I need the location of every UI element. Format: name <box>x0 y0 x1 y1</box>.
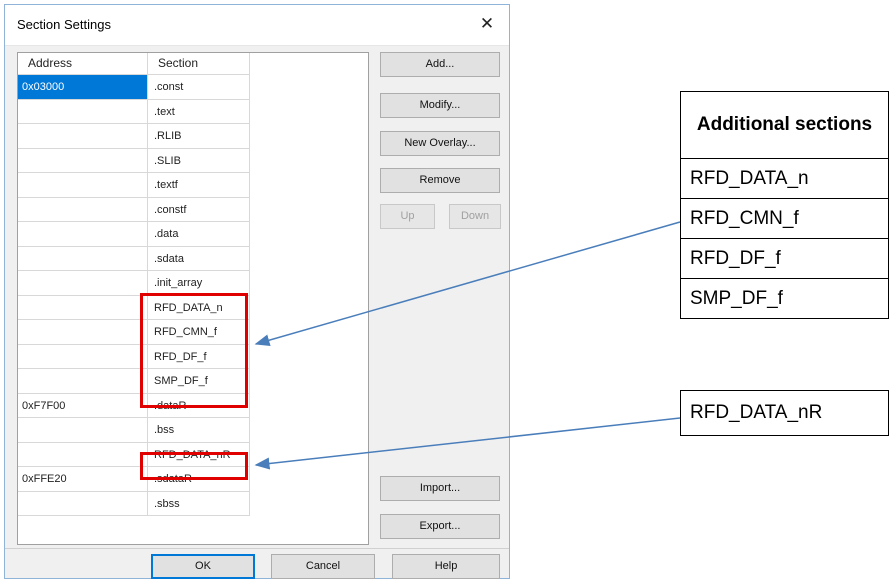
additional-sections-table: Additional sections RFD_DATA_n RFD_CMN_f… <box>680 91 889 319</box>
additional-section-item: RFD_DATA_n <box>680 158 889 199</box>
arrow-to-added-section-r <box>254 417 681 470</box>
additional-sections-header: Additional sections <box>680 91 889 159</box>
additional-section-item: SMP_DF_f <box>680 278 889 319</box>
arrow-to-added-sections <box>254 221 681 347</box>
additional-section-r-box: RFD_DATA_nR <box>680 390 889 436</box>
additional-section-item: RFD_DF_f <box>680 238 889 279</box>
additional-section-item: RFD_CMN_f <box>680 198 889 239</box>
